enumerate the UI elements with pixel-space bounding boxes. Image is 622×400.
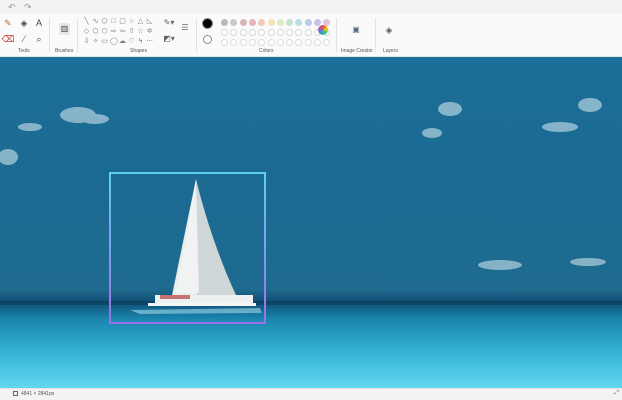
custom-color-slot[interactable] [276,39,284,46]
custom-color-slot[interactable] [258,29,266,36]
custom-color-slot[interactable] [286,29,294,36]
polygon-shape-icon[interactable]: ⬠ [101,18,108,25]
palette-color-swatch[interactable] [248,19,256,26]
oval-shape-icon[interactable]: ○ [128,18,135,25]
triangle-shape-icon[interactable]: △ [137,18,144,25]
custom-color-slot[interactable] [304,29,312,36]
brush-icon[interactable]: ▥ [59,23,70,35]
colors-group: Colors [197,14,335,57]
arrow-left-shape-icon[interactable]: ⇦ [119,28,126,35]
custom-color-slot[interactable] [230,39,238,46]
canvas[interactable] [0,57,622,388]
layers-group: ◈ Layers [376,14,406,57]
custom-color-slot[interactable] [295,29,303,36]
callout-oval-shape-icon[interactable]: ◯ [110,38,118,45]
layers-icon[interactable]: ◈ [384,25,394,35]
custom-color-slot[interactable] [304,39,312,46]
shapes-group: ╲ ∿ ⬠ □ ▢ ○ △ ◺ ◇ ⬠ ⬡ ⇨ ⇦ ⇧ ☆ ✡ ⇩ ✧ ▭ ◯ … [78,14,196,57]
image-dimensions: 4841 × 2841px [21,391,55,397]
custom-color-slot[interactable] [230,29,238,36]
palette-color-swatch[interactable] [304,19,312,26]
fit-window-icon[interactable]: ⤢ [614,390,619,397]
star4-shape-icon[interactable]: ✧ [92,38,99,45]
image-creator-group: ▣ Image Creator [337,14,375,57]
status-bar: 4841 × 2841px ⤢ [0,388,622,400]
arrow-up-shape-icon[interactable]: ⇧ [128,28,135,35]
color-picker-icon[interactable]: ⁄ [19,34,29,44]
palette-color-swatch[interactable] [276,19,284,26]
custom-color-slot[interactable] [239,39,247,46]
palette-color-swatch[interactable] [221,19,228,26]
redo-icon[interactable]: ↷ [24,2,32,12]
fill-dropdown-icon[interactable]: ◩▾ [162,34,176,44]
outline-dropdown-icon[interactable]: ✎▾ [162,18,176,28]
shapes-gallery: ╲ ∿ ⬠ □ ▢ ○ △ ◺ ◇ ⬠ ⬡ ⇨ ⇦ ⇧ ☆ ✡ ⇩ ✧ ▭ ◯ … [83,18,155,48]
custom-color-slot[interactable] [323,39,331,46]
custom-color-slot[interactable] [239,29,247,36]
custom-color-slot[interactable] [276,29,284,36]
text-icon[interactable]: A [34,18,44,28]
custom-color-slot[interactable] [267,39,275,46]
more-shapes-icon[interactable]: ⋯ [146,38,153,45]
custom-color-slot[interactable] [286,39,294,46]
palette-color-swatch[interactable] [230,19,238,26]
custom-color-slot[interactable] [295,39,303,46]
undo-icon[interactable]: ↶ [8,2,16,12]
title-bar: ↶ ↷ [0,0,622,14]
custom-color-slot[interactable] [248,29,256,36]
primary-color-swatch[interactable] [202,18,213,29]
custom-color-slot[interactable] [221,39,228,46]
sailboat [130,179,262,314]
rectangle-shape-icon[interactable]: □ [110,18,117,25]
custom-color-slot[interactable] [314,39,321,46]
secondary-color-swatch[interactable] [203,35,212,44]
heart-shape-icon[interactable]: ♡ [128,38,135,45]
diamond-shape-icon[interactable]: ◇ [83,28,90,35]
rounded-rect-shape-icon[interactable]: ▢ [119,18,126,25]
magnifier-icon[interactable]: ⌕ [34,34,44,44]
callout-rect-shape-icon[interactable]: ▭ [101,38,108,45]
hexagon-shape-icon[interactable]: ⬡ [101,28,108,35]
lightning-shape-icon[interactable]: ϟ [137,38,144,45]
canvas-image [0,98,622,388]
arrow-down-shape-icon[interactable]: ⇩ [83,38,90,45]
custom-color-slot[interactable] [267,29,275,36]
right-triangle-shape-icon[interactable]: ◺ [146,18,153,25]
arrow-right-shape-icon[interactable]: ⇨ [110,28,117,35]
pencil-icon[interactable]: ✎ [3,18,13,28]
selection-size-icon [13,391,18,396]
tools-label: Tools [18,48,30,54]
clouds [0,98,606,270]
star-shape-icon[interactable]: ☆ [137,28,144,35]
brushes-group: ▥ Brushes [50,14,77,57]
curve-shape-icon[interactable]: ∿ [92,18,99,25]
tools-group: ✎ ◈ A ⌫ ⁄ ⌕ Tools [0,14,48,57]
ribbon-toolbar: ✎ ◈ A ⌫ ⁄ ⌕ Tools ▥ Brushes ╲ ∿ ⬠ □ ▢ ○ … [0,14,622,57]
image-creator-icon[interactable]: ▣ [351,25,361,35]
image-creator-label: Image Creator [341,48,373,54]
custom-color-slot[interactable] [221,29,228,36]
palette-color-swatch[interactable] [267,19,275,26]
shapes-label: Shapes [130,48,147,54]
palette-color-swatch[interactable] [258,19,266,26]
size-icon[interactable]: ☰ [180,23,190,33]
edit-colors-icon[interactable] [318,25,328,35]
callout-cloud-shape-icon[interactable]: ☁ [119,38,126,45]
eraser-icon[interactable]: ⌫ [2,34,15,44]
colors-label: Colors [259,48,274,54]
palette-color-swatch[interactable] [239,19,247,26]
palette-color-swatch[interactable] [295,19,303,26]
custom-color-slot[interactable] [248,39,256,46]
brushes-label: Brushes [55,48,74,54]
pentagon-shape-icon[interactable]: ⬠ [92,28,99,35]
star6-shape-icon[interactable]: ✡ [146,28,153,35]
palette-color-swatch[interactable] [286,19,294,26]
layers-label: Layers [383,48,399,54]
fill-icon[interactable]: ◈ [19,18,29,28]
custom-color-slot[interactable] [258,39,266,46]
line-shape-icon[interactable]: ╲ [83,18,90,25]
